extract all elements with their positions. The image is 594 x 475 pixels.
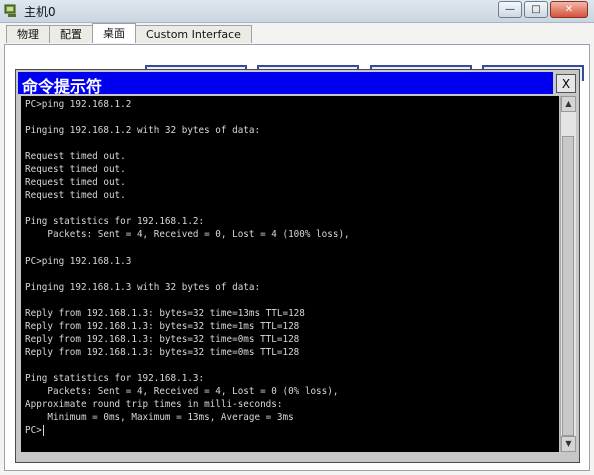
cmd-titlebar: 命令提示符 <box>18 72 553 96</box>
command-prompt: PC> <box>25 425 42 437</box>
scroll-up-arrow-icon[interactable]: ▲ <box>561 96 576 112</box>
vertical-scrollbar[interactable]: ▲ ▼ <box>560 96 576 452</box>
tab-custom-interface[interactable]: Custom Interface <box>135 25 252 43</box>
window-title: 主机0 <box>24 5 56 19</box>
cmd-title: 命令提示符 <box>22 77 103 96</box>
window-controls: — □ ✕ <box>498 1 588 18</box>
maximize-icon[interactable]: □ <box>524 1 548 18</box>
tab-config[interactable]: 配置 <box>49 25 93 43</box>
terminal-text: PC>ping 192.168.1.2 Pinging 192.168.1.2 … <box>25 99 350 424</box>
close-icon[interactable]: ✕ <box>550 1 588 18</box>
pc-icon <box>4 4 16 17</box>
command-prompt-window: 命令提示符 X PC>ping 192.168.1.2 Pinging 192.… <box>15 69 580 463</box>
text-cursor <box>42 425 44 437</box>
prompt-line[interactable]: PC> <box>21 424 559 437</box>
tab-bar: 物理 配置 桌面 Custom Interface <box>6 23 252 44</box>
tab-desktop[interactable]: 桌面 <box>92 23 136 43</box>
window-titlebar: 主机0 — □ ✕ <box>0 0 594 23</box>
scroll-thumb[interactable] <box>562 136 574 436</box>
scroll-down-arrow-icon[interactable]: ▼ <box>561 436 576 452</box>
minimize-icon[interactable]: — <box>498 1 522 18</box>
tab-physical[interactable]: 物理 <box>6 25 50 43</box>
cmd-close-button[interactable]: X <box>556 74 576 93</box>
terminal-output[interactable]: PC>ping 192.168.1.2 Pinging 192.168.1.2 … <box>21 96 559 452</box>
